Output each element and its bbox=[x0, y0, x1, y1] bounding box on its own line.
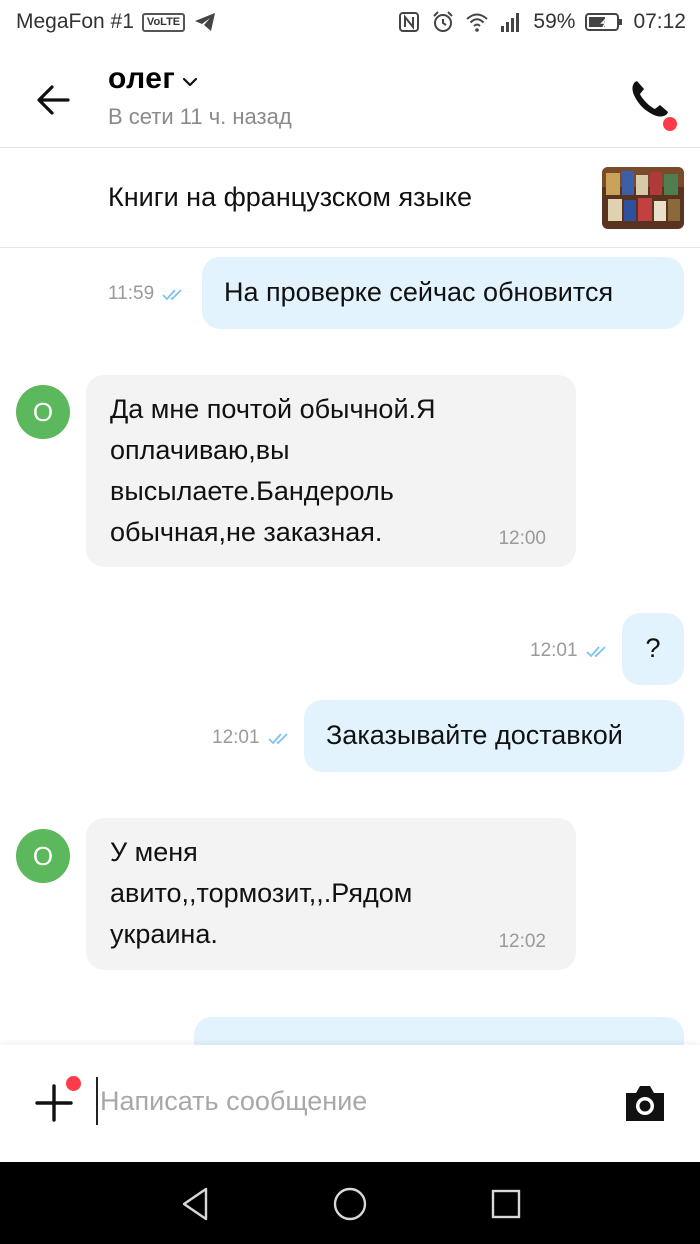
listing-title: Книги на французском языке bbox=[108, 182, 473, 212]
telegram-icon bbox=[195, 13, 216, 31]
read-checks-icon bbox=[162, 289, 182, 301]
read-checks-icon bbox=[585, 646, 606, 658]
message-text: Заказывайте доставкой bbox=[326, 720, 623, 750]
wifi-icon bbox=[466, 13, 489, 32]
message-composer bbox=[0, 1045, 700, 1162]
read-checks-icon bbox=[267, 733, 288, 745]
message-meta: 12:01 bbox=[530, 640, 612, 662]
carrier-label: MegaFon #1 bbox=[16, 10, 134, 33]
message-bubble-incoming[interactable]: У меня авито,,тормозит,,.Рядом украина. … bbox=[86, 818, 576, 970]
chevron-down-icon bbox=[183, 77, 198, 87]
message-text: ? bbox=[645, 633, 661, 663]
message-list[interactable]: 11:59 На проверке сейчас обновится О Да … bbox=[0, 249, 700, 1045]
message-line: авито,,тормозит,,.Рядом bbox=[110, 878, 413, 908]
contact-name-button[interactable]: олег bbox=[108, 62, 199, 96]
nav-recent-apps-icon[interactable] bbox=[486, 1184, 526, 1224]
battery-percent: 59% bbox=[533, 10, 576, 33]
call-notification-dot bbox=[663, 117, 677, 131]
message-bubble-outgoing[interactable] bbox=[194, 1017, 684, 1045]
message-meta: 11:59 bbox=[108, 283, 188, 305]
message-line: высылаете.Бандероль bbox=[110, 476, 394, 506]
avatar[interactable]: О bbox=[16, 385, 70, 439]
message-time: 12:01 bbox=[530, 640, 578, 661]
nav-home-icon[interactable] bbox=[330, 1184, 370, 1224]
message-time: 12:00 bbox=[498, 528, 546, 549]
signal-icon bbox=[501, 13, 520, 32]
chat-header: олег В сети 11 ч. назад bbox=[0, 46, 700, 148]
message-line: обычная,не заказная. bbox=[110, 517, 383, 547]
message-line: Да мне почтой обычной.Я bbox=[110, 394, 436, 424]
message-time: 12:02 bbox=[498, 931, 546, 952]
clock: 07:12 bbox=[633, 10, 686, 33]
message-bubble-incoming[interactable]: Да мне почтой обычной.Я оплачиваю,вы выс… bbox=[86, 375, 576, 567]
message-bubble-outgoing[interactable]: ? bbox=[622, 613, 684, 685]
message-bubble-outgoing[interactable]: На проверке сейчас обновится bbox=[202, 257, 684, 329]
message-text: Да мне почтой обычной.Я оплачиваю,вы выс… bbox=[110, 389, 436, 553]
message-bubble-outgoing[interactable]: Заказывайте доставкой bbox=[304, 700, 684, 772]
avatar[interactable]: О bbox=[16, 829, 70, 883]
nav-back-icon[interactable] bbox=[176, 1184, 216, 1224]
battery-icon bbox=[585, 13, 623, 31]
contact-name: олег bbox=[108, 62, 176, 95]
message-text: У меня авито,,тормозит,,.Рядом украина. bbox=[110, 832, 412, 955]
message-input[interactable] bbox=[96, 1077, 576, 1125]
message-line: оплачиваю,вы bbox=[110, 435, 290, 465]
alarm-icon bbox=[433, 11, 454, 32]
status-bar: MegaFon #1 VoLTE 59% 07:12 bbox=[0, 0, 700, 46]
back-arrow-icon[interactable] bbox=[30, 80, 76, 120]
contact-status: В сети 11 ч. назад bbox=[108, 104, 292, 129]
attach-notification-dot bbox=[66, 1076, 81, 1091]
message-line: украина. bbox=[110, 919, 218, 949]
listing-thumbnail[interactable] bbox=[602, 167, 684, 229]
message-time: 11:59 bbox=[108, 283, 155, 304]
nfc-icon bbox=[399, 12, 420, 32]
listing-bar[interactable]: Книги на французском языке bbox=[0, 148, 700, 248]
camera-icon[interactable] bbox=[622, 1081, 668, 1125]
message-text: На проверке сейчас обновится bbox=[224, 277, 614, 307]
system-nav-bar bbox=[0, 1162, 700, 1244]
message-line: У меня bbox=[110, 837, 198, 867]
message-meta: 12:01 bbox=[212, 727, 294, 749]
message-time: 12:01 bbox=[212, 727, 260, 748]
volte-icon: VoLTE bbox=[141, 12, 186, 32]
